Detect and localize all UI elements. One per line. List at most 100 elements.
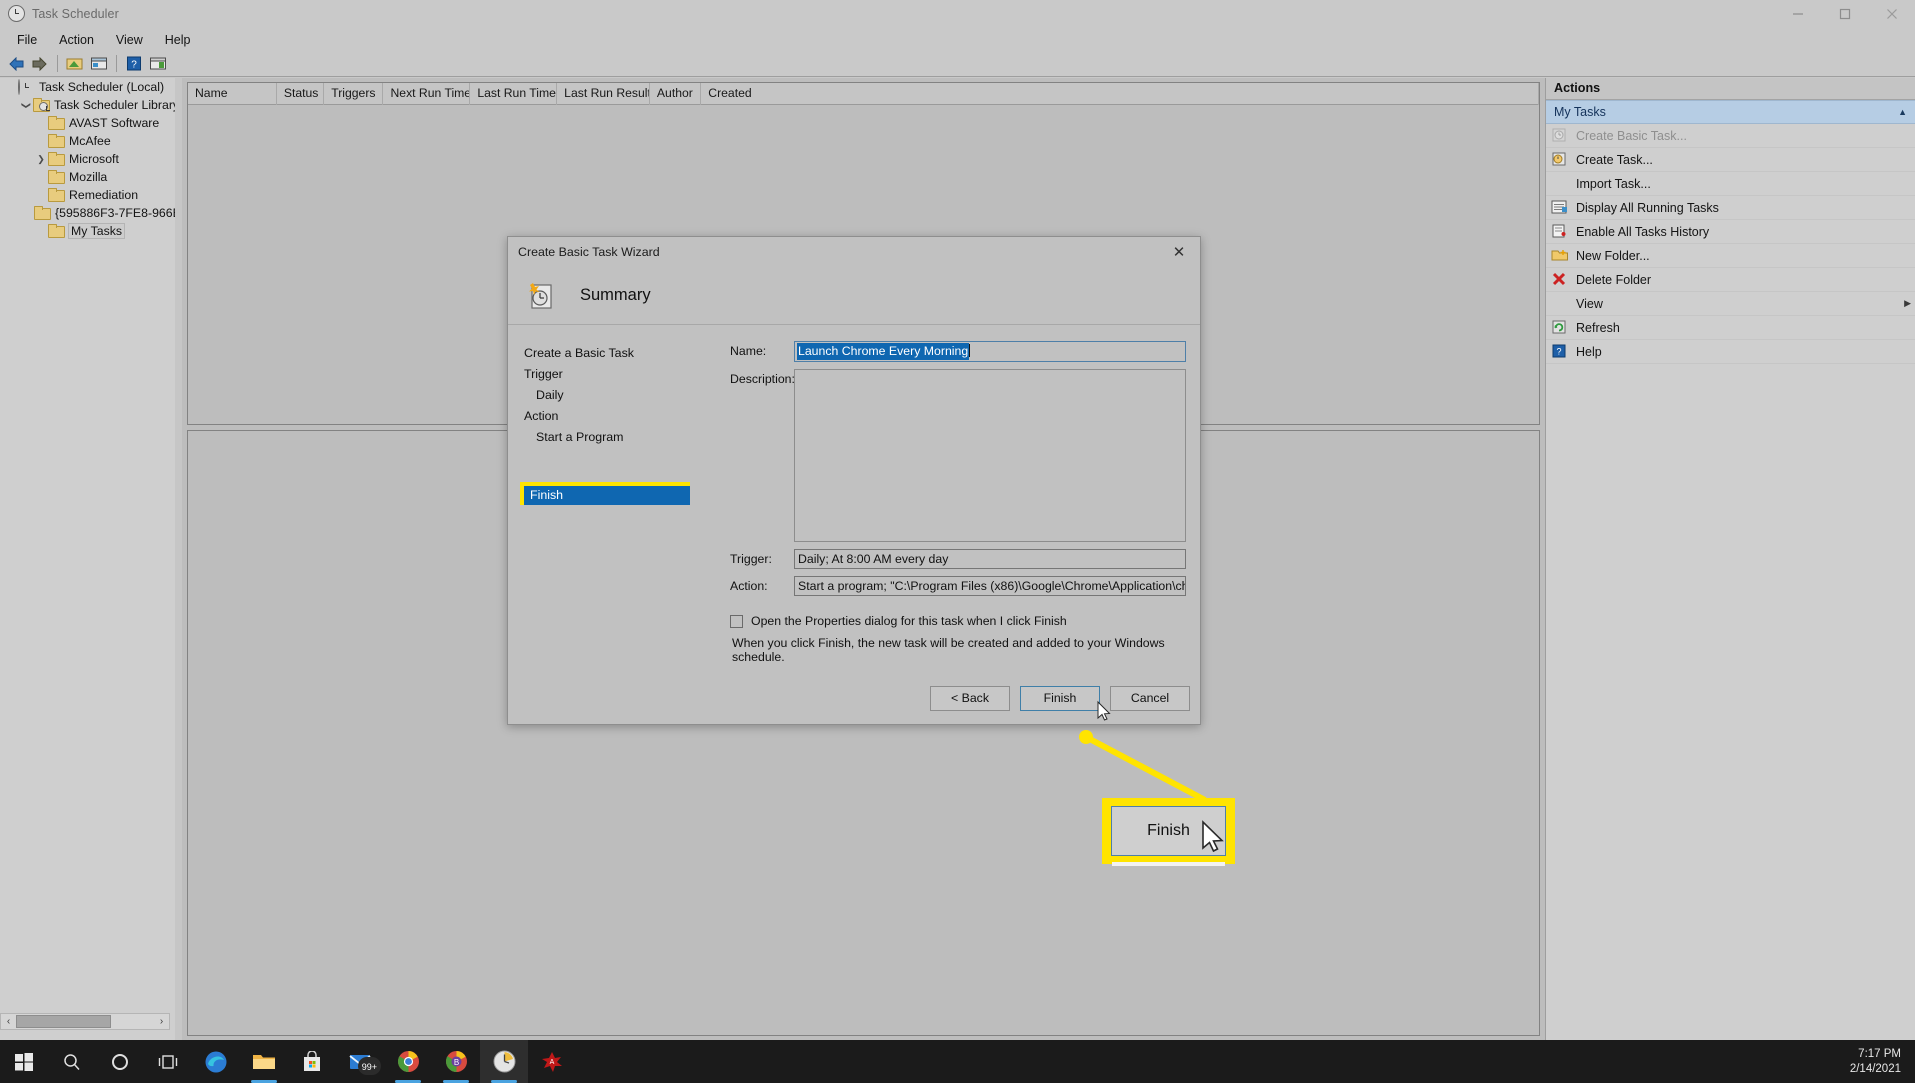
system-tray: 7:17 PM 2/14/2021 <box>1850 1047 1915 1077</box>
start-button[interactable] <box>0 1040 48 1083</box>
name-input[interactable]: Launch Chrome Every Morning <box>794 341 1186 362</box>
mail-button[interactable]: 99+ <box>336 1040 384 1083</box>
create-task-icon <box>1551 152 1571 168</box>
wizard-step-finish[interactable]: Finish <box>524 486 690 505</box>
action-item-label: Display All Running Tasks <box>1576 200 1719 215</box>
cortana-button[interactable] <box>96 1040 144 1083</box>
scroll-left-arrow[interactable]: ‹ <box>1 1016 16 1027</box>
dialog-title: Create Basic Task Wizard <box>518 245 660 259</box>
folder-tree-icon[interactable] <box>63 53 87 75</box>
chrome-button[interactable] <box>384 1040 432 1083</box>
app-button[interactable]: A <box>528 1040 576 1083</box>
action-item-display-all-running-tasks[interactable]: Display All Running Tasks <box>1546 196 1915 220</box>
search-button[interactable] <box>48 1040 96 1083</box>
action-pane-icon[interactable] <box>146 53 170 75</box>
delete-x-icon <box>1551 272 1571 288</box>
cancel-button[interactable]: Cancel <box>1110 685 1190 711</box>
back-button[interactable] <box>4 53 28 75</box>
tree-item-my-tasks[interactable]: My Tasks <box>0 222 182 240</box>
open-properties-checkbox-row[interactable]: Open the Properties dialog for this task… <box>730 614 1186 628</box>
tree-item-task-scheduler-library[interactable]: ❯ Task Scheduler Library <box>0 96 182 114</box>
task-wizard-icon <box>526 281 556 311</box>
forward-button[interactable] <box>28 53 52 75</box>
chevron-right-icon: ▶ <box>1904 298 1911 308</box>
window-controls <box>1774 0 1915 28</box>
column-header-last-run-time[interactable]: Last Run Time <box>470 83 558 105</box>
file-explorer-button[interactable] <box>240 1040 288 1083</box>
microsoft-store-button[interactable] <box>288 1040 336 1083</box>
column-header-status[interactable]: Status <box>277 83 325 105</box>
column-header-author[interactable]: Author <box>650 83 702 105</box>
tree-item-label: Mozilla <box>69 170 108 184</box>
column-header-created[interactable]: Created <box>701 83 1540 105</box>
menu-file[interactable]: File <box>6 31 48 49</box>
actions-group-my-tasks[interactable]: My Tasks ▲ <box>1546 100 1915 124</box>
tree-horizontal-scrollbar[interactable]: ‹ › <box>0 1013 170 1030</box>
scroll-track[interactable] <box>16 1014 154 1029</box>
action-item-enable-all-tasks-history[interactable]: Enable All Tasks History <box>1546 220 1915 244</box>
toolbar: ? <box>0 51 1915 77</box>
task-list-header: Name Status Triggers Next Run Time Last Run … <box>188 83 1540 105</box>
action-item-help[interactable]: ? Help <box>1546 340 1915 364</box>
action-item-create-task[interactable]: Create Task... <box>1546 148 1915 172</box>
folder-icon <box>48 115 65 131</box>
scroll-right-arrow[interactable]: › <box>154 1016 169 1027</box>
action-item-delete-folder[interactable]: Delete Folder <box>1546 268 1915 292</box>
back-button[interactable]: < Back <box>930 685 1010 711</box>
menu-view[interactable]: View <box>105 31 154 49</box>
finish-note: When you click Finish, the new task will… <box>732 636 1165 664</box>
chrome-beta-button[interactable]: B <box>432 1040 480 1083</box>
column-header-name[interactable]: Name <box>188 83 277 105</box>
menu-action[interactable]: Action <box>48 31 105 49</box>
finish-button[interactable]: Finish <box>1020 685 1100 711</box>
tree-item-microsoft[interactable]: ❯ Microsoft <box>0 150 182 168</box>
scroll-thumb[interactable] <box>16 1015 111 1028</box>
minimize-button[interactable] <box>1774 0 1821 28</box>
tree-item-task-scheduler-local[interactable]: Task Scheduler (Local) <box>0 78 182 96</box>
name-field-row: Name: Launch Chrome Every Morning <box>730 341 1186 362</box>
column-header-triggers[interactable]: Triggers <box>324 83 384 105</box>
tree-item-mcafee[interactable]: McAfee <box>0 132 182 150</box>
tree-item-remediation[interactable]: Remediation <box>0 186 182 204</box>
close-button[interactable] <box>1868 0 1915 28</box>
maximize-button[interactable] <box>1821 0 1868 28</box>
chevron-up-icon[interactable]: ▲ <box>1898 107 1907 117</box>
open-properties-checkbox[interactable] <box>730 614 743 628</box>
menu-help[interactable]: Help <box>154 31 202 49</box>
action-item-view[interactable]: View ▶ <box>1546 292 1915 316</box>
column-header-next-run-time[interactable]: Next Run Time <box>383 83 471 105</box>
tree-item-avast-software[interactable]: AVAST Software <box>0 114 182 132</box>
wizard-step-daily: Daily <box>536 388 564 402</box>
folder-icon <box>34 205 51 221</box>
tree-item-595886f3-7fe8-966b[interactable]: {595886F3-7FE8-966B- <box>0 204 182 222</box>
action-item-import-task[interactable]: Import Task... <box>1546 172 1915 196</box>
pane-splitter[interactable] <box>175 78 182 1040</box>
edge-button[interactable] <box>192 1040 240 1083</box>
library-icon <box>33 97 50 113</box>
title-bar: Task Scheduler <box>0 0 1915 28</box>
callout-finish-button[interactable]: Finish <box>1111 806 1226 856</box>
refresh-icon <box>1551 320 1571 336</box>
chevron-down-icon[interactable]: ❯ <box>22 98 32 112</box>
wizard-step-action: Action <box>524 409 559 423</box>
window-title: Task Scheduler <box>32 7 119 21</box>
dialog-heading: Summary <box>580 286 651 304</box>
trigger-label: Trigger: <box>730 552 772 566</box>
action-item-create-basic-task: Create Basic Task... <box>1546 124 1915 148</box>
action-item-refresh[interactable]: Refresh <box>1546 316 1915 340</box>
column-header-last-run-result[interactable]: Last Run Result <box>557 83 650 105</box>
tree-item-mozilla[interactable]: Mozilla <box>0 168 182 186</box>
description-input[interactable] <box>794 369 1186 542</box>
window-list-icon[interactable] <box>87 53 111 75</box>
dialog-close-button[interactable]: ✕ <box>1158 237 1200 267</box>
question-mark-icon[interactable]: ? <box>122 53 146 75</box>
chevron-right-icon[interactable]: ❯ <box>34 154 48 164</box>
dialog-footer: < Back Finish Cancel <box>508 672 1200 724</box>
task-view-button[interactable] <box>144 1040 192 1083</box>
clock-icon <box>8 5 26 23</box>
wizard-step-start-a-program: Start a Program <box>536 430 624 444</box>
trigger-value: Daily; At 8:00 AM every day <box>794 549 1186 569</box>
taskbar-clock[interactable]: 7:17 PM 2/14/2021 <box>1850 1047 1901 1077</box>
task-scheduler-button[interactable] <box>480 1040 528 1083</box>
action-item-new-folder[interactable]: New Folder... <box>1546 244 1915 268</box>
